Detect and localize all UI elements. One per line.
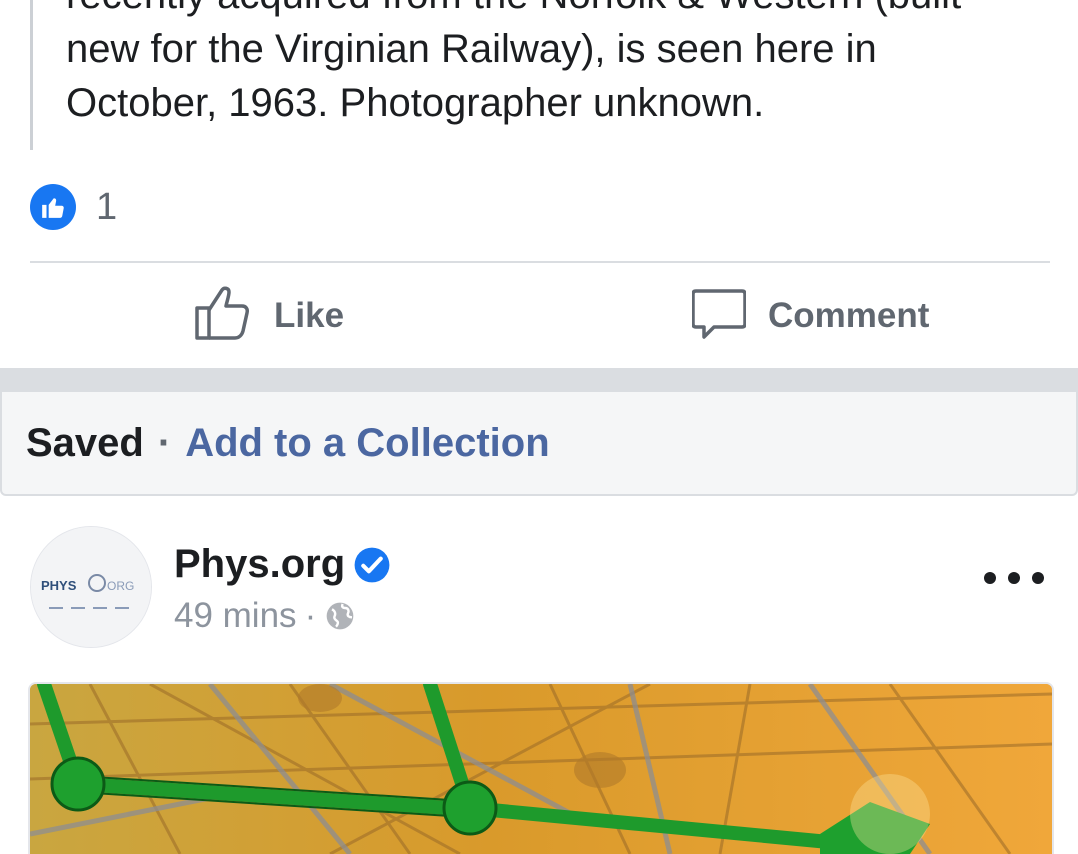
post-actions: Like Comment	[0, 263, 1078, 368]
comment-button[interactable]: Comment	[691, 285, 930, 348]
page-name: Phys.org	[174, 542, 346, 586]
dot	[1008, 572, 1020, 584]
comment-label: Comment	[768, 296, 930, 335]
network-map-image	[30, 684, 1052, 854]
saved-bar: Saved · Add to a Collection	[0, 392, 1078, 496]
post-meta: 49 mins ·	[174, 596, 356, 636]
like-label: Like	[274, 296, 345, 335]
svg-text:ORG: ORG	[107, 579, 134, 593]
post-image[interactable]	[28, 682, 1054, 854]
dot-separator: ·	[304, 596, 317, 635]
post-text-quote: recently acquired from the Norfolk & Wes…	[30, 0, 1043, 150]
more-options-icon[interactable]	[984, 566, 1044, 590]
feed-separator	[0, 368, 1078, 392]
reactions-summary[interactable]: 1	[30, 184, 117, 230]
page-name-link[interactable]: Phys.org	[174, 542, 391, 587]
reaction-count: 1	[96, 185, 118, 228]
phys-org-logo: PHYS ORG	[31, 527, 151, 647]
add-to-collection-link[interactable]: Add to a Collection	[185, 421, 549, 466]
speech-bubble-icon	[691, 285, 747, 348]
quote-line: recently acquired from the Norfolk & Wes…	[66, 0, 961, 22]
globe-icon	[326, 602, 354, 630]
quote-line: October, 1963. Photographer unknown.	[66, 81, 765, 125]
thumbs-up-outline-icon	[194, 284, 252, 349]
saved-status: Saved	[26, 420, 144, 465]
dot	[1032, 572, 1044, 584]
svg-text:PHYS: PHYS	[41, 578, 77, 593]
like-button[interactable]: Like	[194, 286, 345, 345]
post-header: PHYS ORG Phys.org 49 mins ·	[0, 520, 1078, 650]
dot	[984, 572, 996, 584]
verified-badge-icon	[354, 547, 390, 582]
avatar[interactable]: PHYS ORG	[30, 526, 152, 648]
dot-separator: ·	[157, 420, 172, 465]
like-reaction-icon	[30, 184, 76, 230]
quote-line: new for the Virginian Railway), is seen …	[66, 27, 877, 71]
post-time[interactable]: 49 mins	[174, 596, 297, 636]
